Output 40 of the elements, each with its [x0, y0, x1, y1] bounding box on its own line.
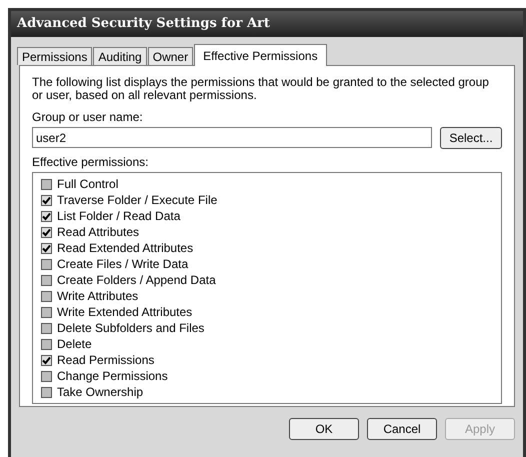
select-button[interactable]: Select... — [440, 127, 502, 149]
permission-label: Delete Subfolders and Files — [57, 321, 204, 335]
checkbox[interactable] — [41, 354, 52, 366]
permission-label: Read Attributes — [57, 225, 140, 239]
checkbox[interactable] — [41, 370, 52, 382]
checkbox[interactable] — [41, 338, 52, 350]
description-text: The following list displays the permissions that would be granted to the selected group or user, based on all relevant permissions. — [32, 76, 490, 102]
field-label: Group or user name: — [32, 110, 144, 124]
checkbox[interactable] — [41, 322, 52, 334]
tab[interactable]: Owner — [148, 47, 194, 65]
permission-label: Create Folders / Append Data — [57, 273, 216, 287]
permission-label: List Folder / Read Data — [57, 209, 180, 223]
checkbox[interactable] — [41, 210, 52, 222]
checkbox[interactable] — [41, 386, 52, 398]
permission-label: Delete — [57, 337, 92, 351]
checkbox[interactable] — [41, 226, 52, 238]
permission-label: Traverse Folder / Execute File — [57, 193, 218, 207]
tab[interactable]: Permissions — [17, 47, 92, 65]
permission-label: Full Control — [57, 177, 118, 191]
tab[interactable]: Auditing — [93, 47, 147, 65]
tab[interactable]: Effective Permissions — [194, 44, 327, 66]
dialog-button[interactable]: Cancel — [367, 418, 437, 440]
permission-label: Read Extended Attributes — [57, 241, 194, 255]
checkbox[interactable] — [41, 306, 52, 318]
permission-label: Read Permissions — [57, 353, 154, 367]
permission-label: Change Permissions — [57, 369, 168, 383]
permission-label: Take Ownership — [57, 385, 144, 399]
window-title: Advanced Security Settings for Art — [11, 11, 523, 37]
permission-label: Write Extended Attributes — [57, 305, 192, 319]
permission-label: Write Attributes — [57, 289, 138, 303]
checkbox[interactable] — [41, 194, 52, 206]
list-label: Effective permissions: — [32, 155, 150, 169]
checkbox[interactable] — [41, 258, 52, 270]
checkbox[interactable] — [41, 178, 52, 190]
group-name-field[interactable]: user2 — [32, 127, 432, 148]
checkbox[interactable] — [41, 274, 52, 286]
checkbox[interactable] — [41, 242, 52, 254]
permission-label: Create Files / Write Data — [57, 257, 188, 271]
checkbox[interactable] — [41, 290, 52, 302]
dialog-button[interactable]: OK — [289, 418, 359, 440]
